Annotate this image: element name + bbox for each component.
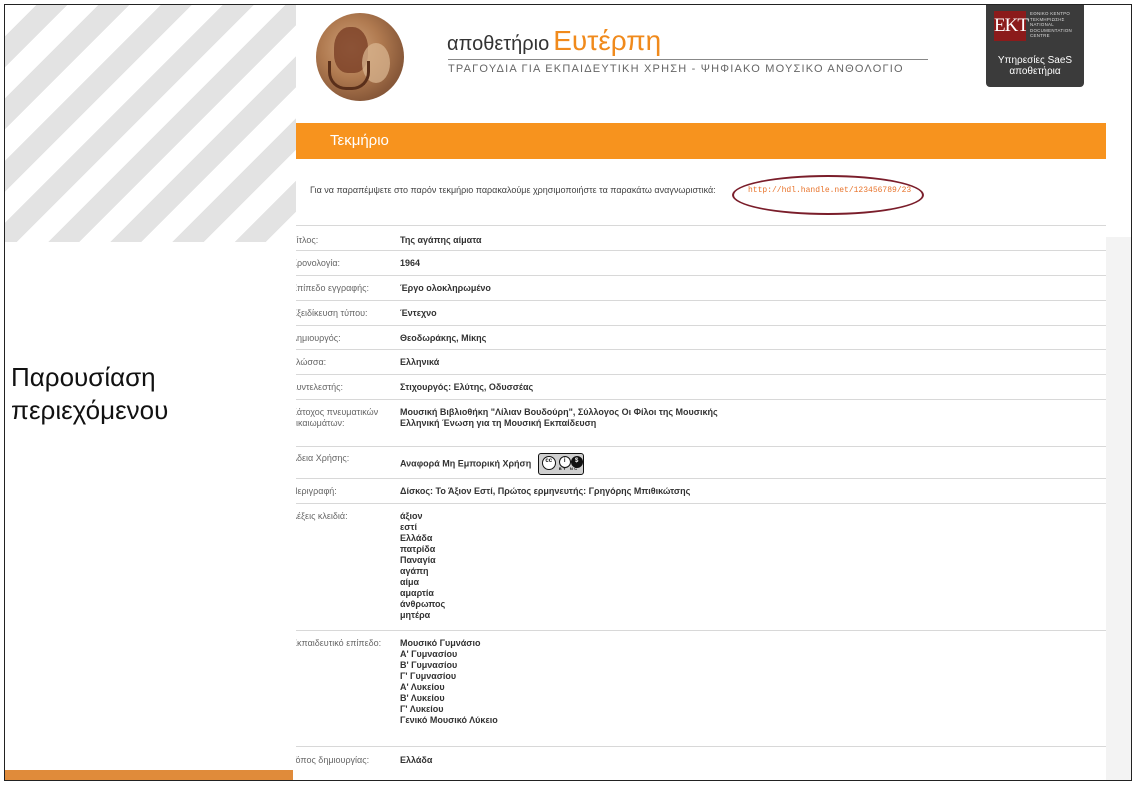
license-value: Αναφορά Μη Εμπορική Χρήση <box>400 458 532 469</box>
site-title-accent: Ευτέρπη <box>553 25 662 56</box>
metadata-row-education: Εκπαιδευτικό επίπεδο: Μουσικό Γυμνάσιο Α… <box>296 630 1106 746</box>
site-title-prefix: αποθετήριο <box>447 33 550 55</box>
section-title: Τεκμήριο <box>330 132 389 149</box>
right-gutter <box>1106 5 1131 780</box>
metadata-row-description: Περιγραφή: Δίσκος: Το Άξιον Εστί, Πρώτος… <box>296 478 1106 503</box>
ekt-logo: EKT <box>994 11 1029 41</box>
slide-heading-line1: Παρουσίαση <box>11 362 156 392</box>
metadata-row-contributor: Συντελεστής: Στιχουργός: Ελύτης, Οδυσσέα… <box>296 374 1106 399</box>
slide: Παρουσίαση περιεχόμενου αποθετήριο Ευτέρπ… <box>4 4 1132 781</box>
metadata-row-language: Γλώσσα: Ελληνικά <box>296 349 1106 374</box>
education-level[interactable]: Β' Γυμνασίου <box>400 660 1106 671</box>
metadata-row-level: Επίπεδο εγγραφής: Έργο ολοκληρωμένο <box>296 275 1106 300</box>
ekt-services-label: Υπηρεσίες SaeS αποθετήρια <box>997 55 1073 77</box>
keyword[interactable]: αίμα <box>400 577 1106 588</box>
keyword[interactable]: μητέρα <box>400 610 1106 621</box>
striped-decoration <box>5 5 296 242</box>
year-value: 1964 <box>400 258 421 268</box>
education-level[interactable]: Μουσικό Γυμνάσιο <box>400 638 1106 649</box>
keyword[interactable]: άξιον <box>400 511 1106 522</box>
metadata-row-license: Άδεια Χρήσης: Αναφορά Μη Εμπορική Χρήση … <box>296 446 1106 478</box>
metadata-row-creator: Δημιουργός: Θεοδωράκης, Μίκης <box>296 325 1106 349</box>
cc-icon: cc <box>541 456 556 470</box>
education-level[interactable]: Γ' Γυμνασίου <box>400 671 1106 682</box>
title-value: Της αγάπης αίματα <box>400 235 482 245</box>
euterpe-medallion-image <box>316 13 404 101</box>
education-level[interactable]: Α' Λυκείου <box>400 682 1106 693</box>
keyword[interactable]: Παναγία <box>400 555 1106 566</box>
highlight-ellipse <box>732 175 924 215</box>
site-header: αποθετήριο Ευτέρπη ΤΡΑΓΟΥΔΙΑ ΓΙΑ ΕΚΠΑΙΔΕΥ… <box>296 5 1106 122</box>
education-levels-list: Μουσικό Γυμνάσιο Α' Γυμνασίου Β' Γυμνασί… <box>400 638 1106 746</box>
education-level[interactable]: Γενικό Μουσικό Λύκειο <box>400 715 1106 726</box>
education-level[interactable]: Γ' Λυκείου <box>400 704 1106 715</box>
metadata-row-title: Τίτλος: Της αγάπης αίματα <box>296 225 1106 250</box>
keyword[interactable]: Ελλάδα <box>400 533 1106 544</box>
metadata-row-keywords: Λέξεις κλειδιά: άξιον εστί Ελλάδα πατρίδ… <box>296 503 1106 630</box>
keywords-list: άξιον εστί Ελλάδα πατρίδα Παναγία αγάπη … <box>400 511 1106 630</box>
bottom-accent-bar <box>5 770 293 780</box>
site-title[interactable]: αποθετήριο Ευτέρπη <box>447 25 661 57</box>
keyword[interactable]: άνθρωπος <box>400 599 1106 610</box>
slide-heading: Παρουσίαση περιεχόμενου <box>11 361 291 427</box>
keyword[interactable]: πατρίδα <box>400 544 1106 555</box>
cc-license-icon[interactable]: cc i $ BY NC <box>537 453 584 475</box>
citation-text: Για να παραπέμψετε στο παρόν τεκμήριο πα… <box>310 185 716 195</box>
metadata-row-year: Χρονολογία: 1964 <box>296 250 1106 275</box>
title-label: Τίτλος: <box>296 235 319 245</box>
title-divider <box>448 59 928 60</box>
education-level[interactable]: Β' Λυκείου <box>400 693 1106 704</box>
ekt-logo-caption: ΕΘΝΙΚΟ ΚΕΝΤΡΟ ΤΕΚΜΗΡΙΩΣΗΣ NATIONAL DOCUM… <box>1030 11 1073 39</box>
education-level[interactable]: Α' Γυμνασίου <box>400 649 1106 660</box>
keyword[interactable]: εστί <box>400 522 1106 533</box>
ekt-logo-box[interactable]: EKT ΕΘΝΙΚΟ ΚΕΝΤΡΟ ΤΕΚΜΗΡΙΩΣΗΣ NATIONAL D… <box>986 5 1084 87</box>
slide-heading-line2: περιεχόμενου <box>11 395 169 425</box>
lyre-icon <box>328 61 370 90</box>
creator-value[interactable]: Θεοδωράκης, Μίκης <box>400 333 1106 349</box>
metadata-row-rights: Κάτοχος πνευματικών δικαιωμάτων: Μουσική… <box>296 399 1106 446</box>
site-subtitle: ΤΡΑΓΟΥΔΙΑ ΓΙΑ ΕΚΠΑΙΔΕΥΤΙΚΗ ΧΡΗΣΗ - ΨΗΦΙΑ… <box>448 63 904 75</box>
repository-screenshot: αποθετήριο Ευτέρπη ΤΡΑΓΟΥΔΙΑ ΓΙΑ ΕΚΠΑΙΔΕΥ… <box>296 5 1106 780</box>
keyword[interactable]: αγάπη <box>400 566 1106 577</box>
keyword[interactable]: αμαρτία <box>400 588 1106 599</box>
metadata-row-place: Τόπος δημιουργίας: Ελλάδα <box>296 746 1106 776</box>
metadata-table: Τίτλος: Της αγάπης αίματα Χρονολογία: 19… <box>296 225 1106 776</box>
section-bar: Τεκμήριο <box>296 123 1106 159</box>
metadata-row-type: Εξειδίκευση τύπου: Έντεχνο <box>296 300 1106 325</box>
